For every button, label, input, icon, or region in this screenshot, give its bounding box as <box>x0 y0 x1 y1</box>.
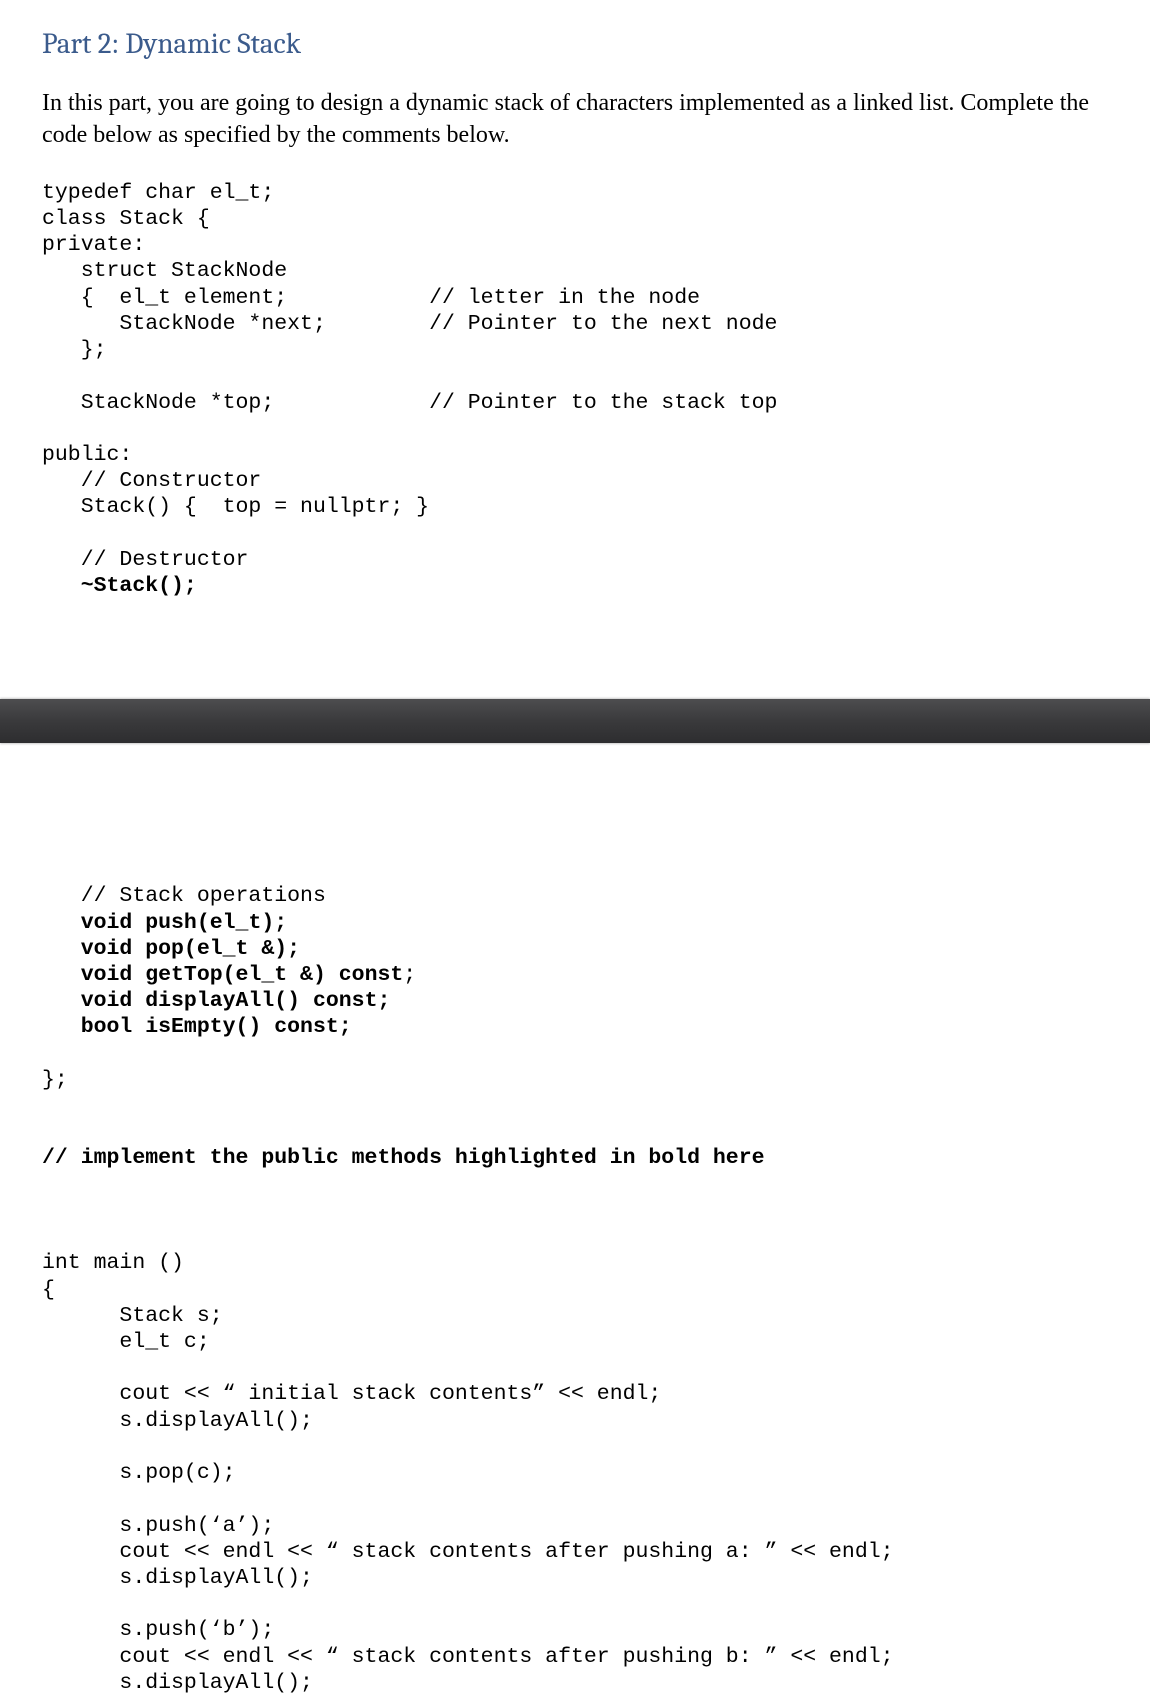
code-line: s.displayAll(); <box>42 1566 313 1590</box>
code-indent <box>42 989 81 1013</box>
code-bold: bool isEmpty() const; <box>81 1015 352 1039</box>
code-line: el_t c; <box>42 1330 210 1354</box>
code-line: class Stack { <box>42 207 210 231</box>
code-indent <box>42 1015 81 1039</box>
code-indent <box>42 963 81 987</box>
code-line: cout << endl << “ stack contents after p… <box>42 1540 894 1564</box>
code-line: private: <box>42 233 145 257</box>
code-indent <box>42 574 81 598</box>
code-line: }; <box>42 338 107 362</box>
code-line: }; <box>42 1068 68 1092</box>
code-line: StackNode *next; // Pointer to the next … <box>42 312 777 336</box>
code-line: public: <box>42 443 132 467</box>
code-line: Stack s; <box>42 1304 223 1328</box>
code-bold: void displayAll() const; <box>81 989 391 1013</box>
code-line: typedef char el_t; <box>42 181 274 205</box>
code-line: s.push(‘a’); <box>42 1514 274 1538</box>
code-line: s.push(‘b’); <box>42 1618 274 1642</box>
section-heading: Part 2: Dynamic Stack <box>42 28 1108 61</box>
code-line: // Stack operations <box>42 884 326 908</box>
code-line: { <box>42 1278 55 1302</box>
code-line: cout << “ initial stack contents” << end… <box>42 1382 661 1406</box>
code-bold: ~Stack(); <box>81 574 197 598</box>
code-block-2: // Stack operations void push(el_t); voi… <box>42 883 1108 1696</box>
page-1: Part 2: Dynamic Stack In this part, you … <box>0 0 1150 599</box>
code-bold: void pop(el_t &); <box>81 937 300 961</box>
code-text: ; <box>403 963 416 987</box>
page-divider <box>0 699 1150 743</box>
code-line: struct StackNode <box>42 259 287 283</box>
code-line: s.displayAll(); <box>42 1409 313 1433</box>
code-indent <box>42 911 81 935</box>
code-line: Stack() { top = nullptr; } <box>42 495 429 519</box>
code-line: s.pop(c); <box>42 1461 236 1485</box>
instruction-paragraph: In this part, you are going to design a … <box>42 87 1108 152</box>
code-bold: void getTop(el_t &) const <box>81 963 404 987</box>
code-line: s.displayAll(); <box>42 1671 313 1695</box>
code-line: cout << endl << “ stack contents after p… <box>42 1645 894 1669</box>
code-line: // Constructor <box>42 469 261 493</box>
code-line: // Destructor <box>42 548 248 572</box>
code-bold: void push(el_t); <box>81 911 287 935</box>
code-bold-comment: // implement the public methods highligh… <box>42 1146 765 1170</box>
code-block-1: typedef char el_t; class Stack { private… <box>42 180 1108 600</box>
page-2: // Stack operations void push(el_t); voi… <box>0 743 1150 1696</box>
code-line: StackNode *top; // Pointer to the stack … <box>42 391 777 415</box>
code-line: { el_t element; // letter in the node <box>42 286 700 310</box>
code-indent <box>42 937 81 961</box>
code-line: int main () <box>42 1251 184 1275</box>
